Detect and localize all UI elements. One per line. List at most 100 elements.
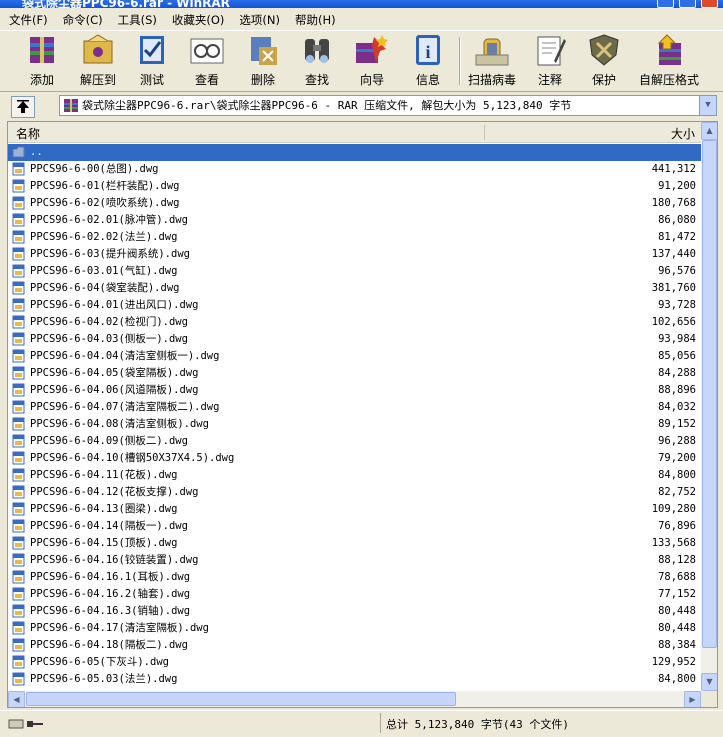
file-row[interactable]: PPCS96-6-04.14(隔板一).dwg 76,896 (8, 518, 701, 535)
horizontal-scrollbar[interactable]: ◀ ▶ (8, 691, 701, 707)
file-row[interactable]: PPCS96-6-04.05(袋室隔板).dwg 84,288 (8, 365, 701, 382)
virus-scan-button[interactable]: 扫描病毒 (466, 33, 518, 89)
test-button[interactable]: 测试 (132, 33, 172, 89)
file-size: 102,656 (651, 316, 696, 328)
vertical-scrollbar[interactable]: ▲ ▼ (701, 122, 717, 691)
vertical-scroll-thumb[interactable] (702, 140, 717, 648)
dwg-file-icon (12, 536, 25, 550)
file-row[interactable]: PPCS96-6-05(下灰斗).dwg 129,952 (8, 654, 701, 671)
file-row[interactable]: PPCS96-6-02.01(脉冲管).dwg 86,080 (8, 212, 701, 229)
title-bar[interactable]: 袋式除尘器PPC96-6.rar - WinRAR (0, 0, 723, 8)
dwg-file-icon (12, 519, 25, 533)
menu-tools[interactable]: 工具(S) (109, 12, 163, 28)
file-list[interactable]: 名称 大小 .. PPCS96-6-00(总图).dwg 441,312 PPCS96… (7, 121, 718, 708)
file-name: PPCS96-6-04.01(进出风口).dwg (30, 299, 199, 311)
file-row[interactable]: PPCS96-6-04.06(风道隔板).dwg 88,896 (8, 382, 701, 399)
parent-folder-row[interactable]: .. (8, 144, 701, 161)
extract-to-button[interactable]: 解压到 (76, 33, 120, 89)
menu-help[interactable]: 帮助(H) (286, 12, 342, 28)
menu-options[interactable]: 选项(N) (230, 12, 286, 28)
scroll-left-button[interactable]: ◀ (8, 691, 25, 707)
file-row[interactable]: PPCS96-6-04.16.3(销轴).dwg 80,448 (8, 603, 701, 620)
up-folder-button[interactable] (11, 96, 35, 118)
find-button[interactable]: 查找 (296, 33, 338, 89)
file-size: 109,280 (651, 503, 696, 515)
scroll-up-button[interactable]: ▲ (701, 122, 717, 140)
file-row[interactable]: PPCS96-6-02(喷吹系统).dwg 180,768 (8, 195, 701, 212)
file-row[interactable]: PPCS96-6-04.12(花板支撑).dwg 82,752 (8, 484, 701, 501)
sfx-button[interactable]: 自解压格式 (636, 33, 702, 89)
file-name: PPCS96-6-02.01(脉冲管).dwg (30, 214, 188, 226)
file-row[interactable]: PPCS96-6-04.01(进出风口).dwg 93,728 (8, 297, 701, 314)
file-row[interactable]: PPCS96-6-04.03(侧板一).dwg 93,984 (8, 331, 701, 348)
file-size: 84,032 (658, 401, 696, 413)
file-row[interactable]: PPCS96-6-04.07(清洁室隔板二).dwg 84,032 (8, 399, 701, 416)
close-button[interactable] (701, 0, 718, 8)
dwg-file-icon (12, 383, 25, 397)
info-button[interactable]: i 信息 (406, 33, 450, 89)
chevron-down-icon[interactable]: ▼ (699, 96, 716, 115)
find-icon (297, 33, 337, 67)
minimize-button[interactable] (657, 0, 674, 8)
file-row[interactable]: PPCS96-6-03(提升阀系统).dwg 137,440 (8, 246, 701, 263)
file-row[interactable]: PPCS96-6-00(总图).dwg 441,312 (8, 161, 701, 178)
dwg-file-icon (12, 655, 25, 669)
file-row[interactable]: PPCS96-6-04.09(侧板二).dwg 96,288 (8, 433, 701, 450)
file-name: PPCS96-6-04.07(清洁室隔板二).dwg (30, 401, 220, 413)
comment-button[interactable]: 注释 (530, 33, 570, 89)
file-name: PPCS96-6-04.14(隔板一).dwg (30, 520, 188, 532)
file-row[interactable]: PPCS96-6-04.04(清洁室侧板一).dwg 85,056 (8, 348, 701, 365)
drive-icon[interactable] (8, 717, 44, 731)
file-row[interactable]: PPCS96-6-04.16(铰链装置).dwg 88,128 (8, 552, 701, 569)
file-row[interactable]: PPCS96-6-04.15(顶板).dwg 133,568 (8, 535, 701, 552)
file-size: 129,952 (651, 656, 696, 668)
view-button[interactable]: 查看 (186, 33, 228, 89)
protect-button[interactable]: 保护 (584, 33, 624, 89)
column-name-header[interactable]: 名称 (16, 125, 40, 142)
add-button[interactable]: 添加 (18, 33, 66, 89)
file-name: PPCS96-6-04.08(清洁室侧板).dwg (30, 418, 209, 430)
scroll-down-button[interactable]: ▼ (701, 673, 717, 691)
file-row[interactable]: PPCS96-6-04.16.1(耳板).dwg 78,688 (8, 569, 701, 586)
status-bar: 总计 5,123,840 字节(43 个文件) (0, 710, 723, 737)
menu-favorites[interactable]: 收藏夹(O) (163, 12, 231, 28)
file-size: 85,056 (658, 350, 696, 362)
menu-commands[interactable]: 命令(C) (54, 12, 109, 28)
file-name: PPCS96-6-04.02(检视门).dwg (30, 316, 188, 328)
dwg-file-icon (12, 230, 25, 244)
file-name: PPCS96-6-04.16(铰链装置).dwg (30, 554, 199, 566)
dwg-file-icon (12, 621, 25, 635)
column-size-header[interactable]: 大小 (671, 125, 695, 142)
file-row[interactable]: PPCS96-6-02.02(法兰).dwg 81,472 (8, 229, 701, 246)
file-size: 80,448 (658, 622, 696, 634)
maximize-button[interactable] (679, 0, 696, 8)
file-row[interactable]: PPCS96-6-04.18(隔板二).dwg 88,384 (8, 637, 701, 654)
file-row[interactable]: PPCS96-6-04.16.2(轴套).dwg 77,152 (8, 586, 701, 603)
file-row[interactable]: PPCS96-6-04.02(检视门).dwg 102,656 (8, 314, 701, 331)
file-row[interactable]: PPCS96-6-04.17(清洁室隔板).dwg 80,448 (8, 620, 701, 637)
delete-button[interactable]: 删除 (242, 33, 284, 89)
menu-file[interactable]: 文件(F) (0, 12, 54, 28)
file-name: PPCS96-6-04.06(风道隔板).dwg (30, 384, 199, 396)
file-name: PPCS96-6-04.13(圈梁).dwg (30, 503, 178, 515)
file-size: 89,152 (658, 418, 696, 430)
file-row[interactable]: PPCS96-6-04.13(圈梁).dwg 109,280 (8, 501, 701, 518)
file-row[interactable]: PPCS96-6-04.10(槽钢50X37X4.5).dwg 79,200 (8, 450, 701, 467)
archive-path-field[interactable]: 袋式除尘器PPC96-6.rar\袋式除尘器PPC96-6 - RAR 压缩文件… (59, 95, 717, 116)
file-row[interactable]: PPCS96-6-01(栏杆装配).dwg 91,200 (8, 178, 701, 195)
scroll-right-button[interactable]: ▶ (684, 691, 701, 707)
wizard-button[interactable]: 向导 (350, 33, 394, 89)
file-row[interactable]: PPCS96-6-05.03(法兰).dwg 84,800 (8, 671, 701, 688)
file-name: PPCS96-6-04.09(侧板二).dwg (30, 435, 188, 447)
file-row[interactable]: PPCS96-6-04(袋室装配).dwg 381,760 (8, 280, 701, 297)
file-size: 381,760 (651, 282, 696, 294)
file-name: PPCS96-6-04.16.3(销轴).dwg (30, 605, 191, 617)
file-row[interactable]: PPCS96-6-04.11(花板).dwg 84,800 (8, 467, 701, 484)
file-name: PPCS96-6-04.11(花板).dwg (30, 469, 178, 481)
file-row[interactable]: PPCS96-6-04.08(清洁室侧板).dwg 89,152 (8, 416, 701, 433)
file-size: 86,080 (658, 214, 696, 226)
file-row[interactable]: PPCS96-6-03.01(气缸).dwg 96,576 (8, 263, 701, 280)
dwg-file-icon (12, 604, 25, 618)
horizontal-scroll-thumb[interactable] (26, 692, 456, 706)
dwg-file-icon (12, 434, 25, 448)
